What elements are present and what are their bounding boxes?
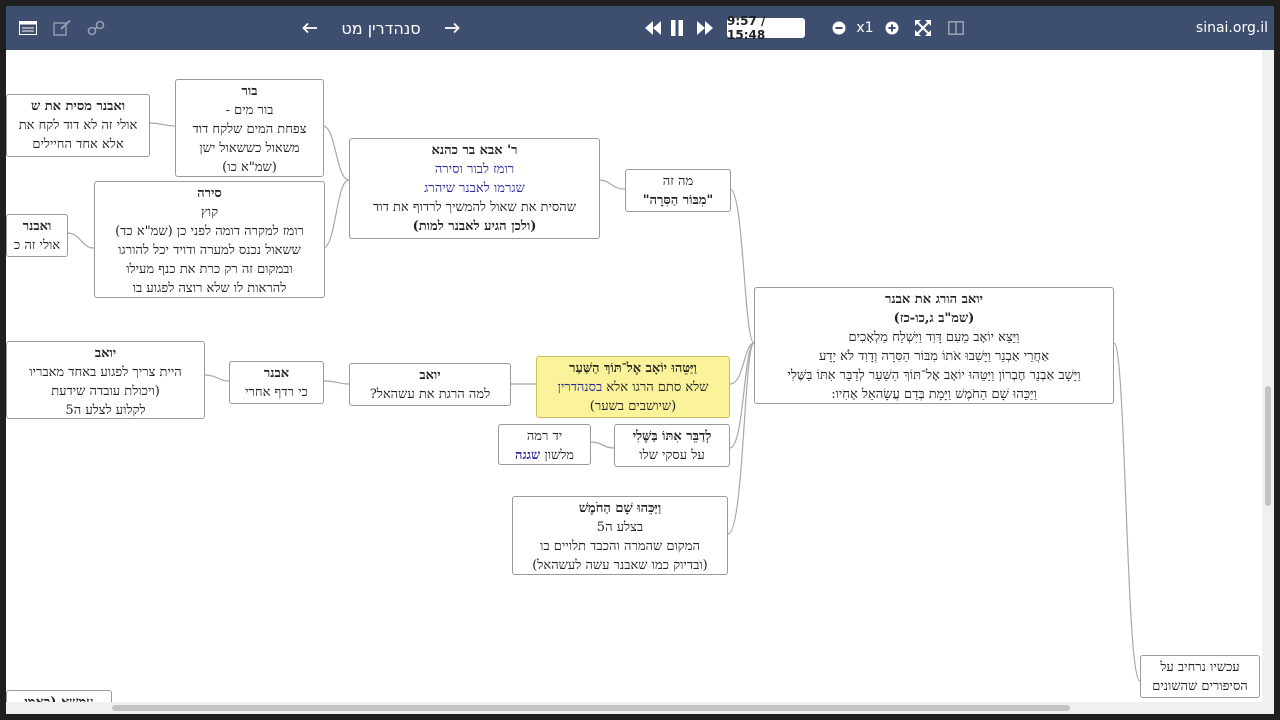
node-line: (ויכולת עובדה שידעת <box>51 384 160 399</box>
node-avner-small[interactable]: ואבנר אולי זה כ <box>6 214 68 257</box>
site-name[interactable]: sinai.org.il <box>1192 6 1272 50</box>
node-line: אולי זה לא דוד לקח את <box>18 118 138 133</box>
pause-icon[interactable] <box>666 6 688 50</box>
node-text: מלשון <box>540 448 575 463</box>
node-link-text: בסנהדרין <box>557 380 603 395</box>
node-line: רומז לבור וסירה <box>434 162 515 177</box>
arrow-right-icon[interactable] <box>440 6 464 50</box>
page-title: סנהדרין מט <box>341 18 421 38</box>
node-title: ואבנר <box>22 219 52 234</box>
node-title: וַיַּכֵּהוּ שָׁם הַחֹמֶשׁ <box>578 501 662 516</box>
node-yoav-left[interactable]: יואב היית צריך לפגוע באחד מאבריו (ויכולת… <box>6 341 205 419</box>
node-title: "מִבּוֹר הַסִּרָה" <box>642 193 714 208</box>
list-icon[interactable] <box>16 6 40 50</box>
node-line: (שמ"א כו) <box>222 160 277 175</box>
fast-forward-icon[interactable] <box>694 6 716 50</box>
node-line: כי רדף אחרי <box>245 385 308 400</box>
node-line: אַחֲרֵי אַבְנֵר וַיָּשִׁבוּ אֹתוֹ מִבּוֹ… <box>818 349 1050 364</box>
node-line: למה הרגת את עשהאל? <box>369 387 491 402</box>
node-title: יואב <box>94 346 117 361</box>
node-line: היית צריך לפגוע באחד מאבריו <box>29 365 182 380</box>
mind-map-canvas[interactable]: ואבנר מסית את ש אולי זה לא דוד לקח את אל… <box>6 50 1274 714</box>
vertical-scroll-thumb[interactable] <box>1265 386 1271 506</box>
node-text: שלא סתם הרגו אלא <box>602 380 709 395</box>
time-display: 9:57 / 15:48 <box>727 14 805 42</box>
node-line: יד רמה <box>526 429 563 444</box>
node-title: ואבנר מסית את ש <box>30 99 126 114</box>
node-title: סירה <box>197 186 222 201</box>
node-line: בצלע ה5 <box>596 520 644 535</box>
toolbar: סנהדרין מט 9:57 / 15:48 x1 sinai.org.il <box>6 6 1274 50</box>
node-line: ובמקום זה רק כרת את כנף מעילו <box>126 262 293 277</box>
node-title: בור <box>241 84 258 99</box>
split-view-icon[interactable] <box>945 6 967 50</box>
arrow-left-icon[interactable] <box>298 6 322 50</box>
node-line: משאול כששאול ישן <box>199 141 300 156</box>
node-sira[interactable]: סירה קוץ רומז למקרה דומה לפני כן (שמ"א כ… <box>94 181 325 298</box>
node-line: עכשיו נרחיב על <box>1160 660 1240 675</box>
node-line: צפחת המים שלקח דוד <box>192 122 307 137</box>
node-line: וַיֵּצֵא יוֹאָב מֵעִם דָּוִד וַיִּשְׁלַח… <box>848 330 1020 345</box>
node-line: ששאול נכנס למערה ודויד יכל להורגו <box>118 243 301 258</box>
node-subtitle: (שמ"ב ג,כו-כז) <box>893 311 975 326</box>
node-line: להראות לו שלא רוצה לפגוע בו <box>132 281 287 296</box>
node-line: רומז למקרה דומה לפני כן (שמ"א כד) <box>115 224 304 239</box>
link-icon[interactable] <box>84 6 108 50</box>
node-bor[interactable]: בור בור מים - צפחת המים שלקח דוד משאול כ… <box>175 79 324 177</box>
node-title: אבנר <box>263 366 290 381</box>
node-ledaber[interactable]: לְדַבֵּר אִתּוֹ בַּשֶּׁלִי על עסקי שלו <box>614 424 730 467</box>
node-avner-mesit[interactable]: ואבנר מסית את ש אולי זה לא דוד לקח את אל… <box>6 94 150 157</box>
node-line: בור מים - <box>225 103 274 118</box>
node-vayakehu[interactable]: וַיַּכֵּהוּ שָׁם הַחֹמֶשׁ בצלע ה5 המקום … <box>512 496 728 575</box>
node-title: וַיַּטֵּהוּ יוֹאָב אֶל־תּוֹךְ הַשַּׁעַר <box>569 361 697 376</box>
rewind-icon[interactable] <box>642 6 664 50</box>
node-main-yoav-kills-avner[interactable]: יואב הורג את אבנר (שמ"ב ג,כו-כז) וַיֵּצֵ… <box>754 287 1114 404</box>
horizontal-scroll-thumb[interactable] <box>112 705 1070 711</box>
node-line: וַיַּכֵּהוּ שָׁם הַחֹמֶשׁ וַיָּמָת בְּדַ… <box>831 387 1037 402</box>
node-line: שלא סתם הרגו אלא בסנהדרין <box>541 378 725 397</box>
node-title: ר' אבא בר כהנא <box>431 143 518 158</box>
app-frame: סנהדרין מט 9:57 / 15:48 x1 sinai.org.il <box>6 6 1274 714</box>
node-line: לקלוע לצלע ה5 <box>65 403 146 418</box>
node-line: (שיושבים בשער) <box>589 399 677 414</box>
plus-icon[interactable] <box>881 6 903 50</box>
node-line: מה זה <box>662 174 694 189</box>
horizontal-scrollbar[interactable] <box>6 702 1262 714</box>
minus-icon[interactable] <box>828 6 850 50</box>
node-line: וַיָּשָׁב אַבְנֵר חֶבְרוֹן וַיַּטֵּהוּ י… <box>787 368 1081 383</box>
node-line: (ובדיוק כמו שאבנר עשה לעשהאל) <box>532 558 708 573</box>
node-link-text: שגגה <box>514 448 541 463</box>
edit-icon[interactable] <box>50 6 74 50</box>
node-title: לְדַבֵּר אִתּוֹ בַּשֶּׁלִי <box>632 429 712 444</box>
node-achshav[interactable]: עכשיו נרחיב על הסיפורים שהשונים <box>1140 655 1260 698</box>
node-line: שגרמו לאבנר שיהרג <box>424 181 525 196</box>
node-line: אולי זה כ <box>13 238 61 253</box>
node-avner-mid[interactable]: אבנר כי רדף אחרי <box>229 361 324 404</box>
fullscreen-icon[interactable] <box>912 6 934 50</box>
node-rav-aba[interactable]: ר' אבא בר כהנא רומז לבור וסירה שגרמו לאב… <box>349 138 600 239</box>
speed-label: x1 <box>856 20 874 36</box>
node-line: (ולכן הגיע לאבנר למות) <box>412 219 537 234</box>
node-yad-rama[interactable]: יד רמה מלשון שגגה <box>498 424 591 465</box>
node-line: הסיפורים שהשונים <box>1152 679 1248 694</box>
node-line: שהסית את שאול להמשיך לרדוף את דוד <box>373 200 576 215</box>
node-title: יואב הורג את אבנר <box>885 292 983 307</box>
node-line: על עסקי שלו <box>639 448 705 463</box>
node-line: מלשון שגגה <box>503 446 586 464</box>
node-ma-ze[interactable]: מה זה "מִבּוֹר הַסִּרָה" <box>625 169 731 212</box>
node-line: המקום שהמרה והכבד תלויים בו <box>540 539 700 554</box>
node-vayatehu-highlighted[interactable]: וַיַּטֵּהוּ יוֹאָב אֶל־תּוֹךְ הַשַּׁעַר … <box>536 356 730 418</box>
node-yoav-mid[interactable]: יואב למה הרגת את עשהאל? <box>349 363 511 406</box>
vertical-scrollbar[interactable] <box>1262 50 1274 714</box>
node-title: יואב <box>419 368 441 383</box>
node-line: קוץ <box>200 205 219 220</box>
node-line: אלא אחד החיילים <box>32 137 124 152</box>
